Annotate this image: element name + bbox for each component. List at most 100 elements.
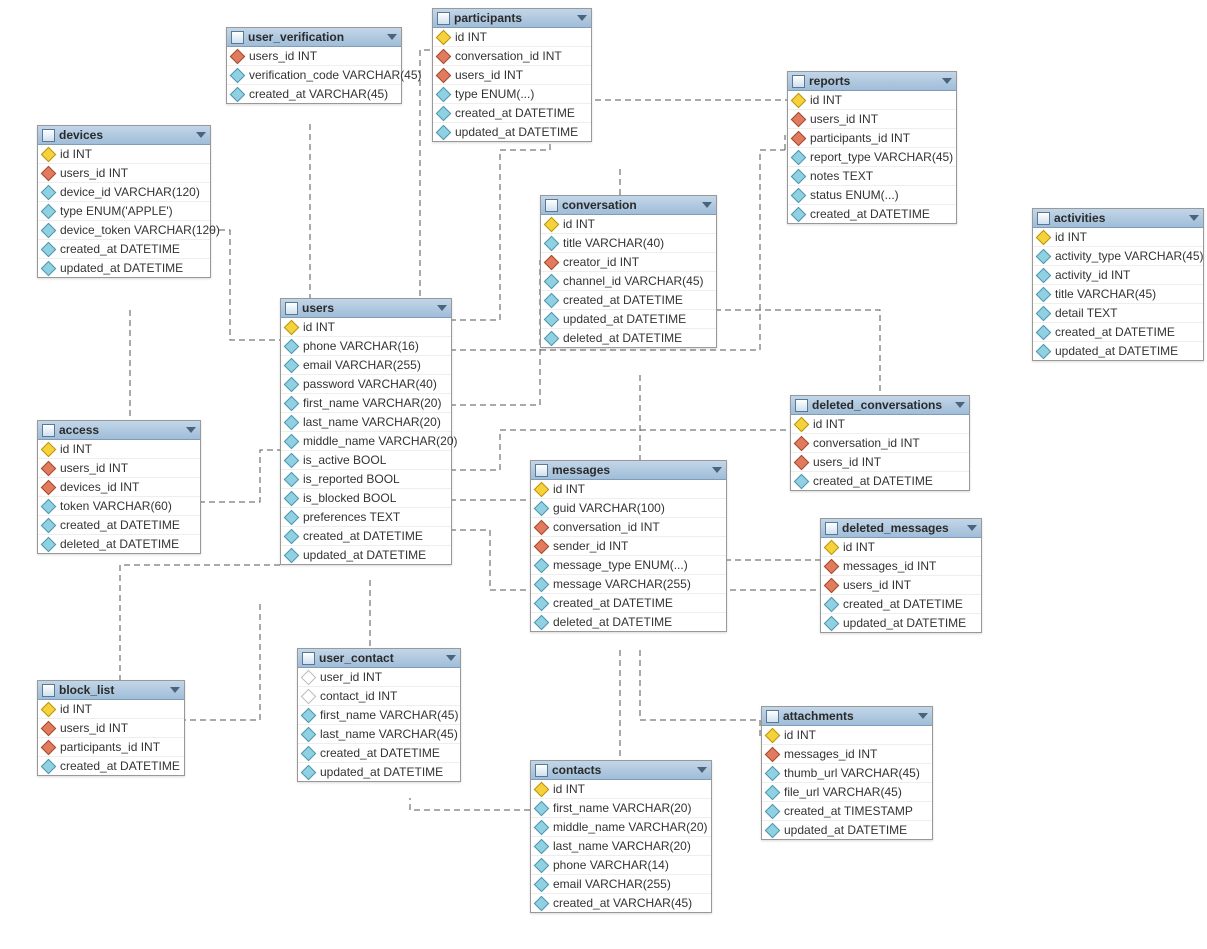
column-row[interactable]: participants_id INT (788, 129, 956, 148)
column-row[interactable]: is_blocked BOOL (281, 489, 451, 508)
entity-user_verification[interactable]: user_verificationusers_id INTverificatio… (226, 27, 402, 104)
chevron-down-icon[interactable] (1189, 215, 1199, 221)
chevron-down-icon[interactable] (967, 525, 977, 531)
column-row[interactable]: id INT (531, 480, 726, 499)
chevron-down-icon[interactable] (712, 467, 722, 473)
column-row[interactable]: first_name VARCHAR(20) (531, 799, 711, 818)
column-row[interactable]: first_name VARCHAR(20) (281, 394, 451, 413)
column-row[interactable]: users_id INT (227, 47, 401, 66)
chevron-down-icon[interactable] (702, 202, 712, 208)
column-row[interactable]: conversation_id INT (531, 518, 726, 537)
column-row[interactable]: users_id INT (821, 576, 981, 595)
column-row[interactable]: activity_id INT (1033, 266, 1203, 285)
column-row[interactable]: password VARCHAR(40) (281, 375, 451, 394)
column-row[interactable]: conversation_id INT (791, 434, 969, 453)
entity-user_contact[interactable]: user_contactuser_id INTcontact_id INTfir… (297, 648, 461, 782)
column-row[interactable]: id INT (791, 415, 969, 434)
column-row[interactable]: phone VARCHAR(14) (531, 856, 711, 875)
column-row[interactable]: activity_type VARCHAR(45) (1033, 247, 1203, 266)
column-row[interactable]: device_id VARCHAR(120) (38, 183, 210, 202)
column-row[interactable]: conversation_id INT (433, 47, 591, 66)
column-row[interactable]: message VARCHAR(255) (531, 575, 726, 594)
entity-header[interactable]: user_contact (298, 649, 460, 668)
column-row[interactable]: id INT (1033, 228, 1203, 247)
chevron-down-icon[interactable] (955, 402, 965, 408)
column-row[interactable]: id INT (433, 28, 591, 47)
column-row[interactable]: users_id INT (38, 459, 200, 478)
column-row[interactable]: user_id INT (298, 668, 460, 687)
column-row[interactable]: token VARCHAR(60) (38, 497, 200, 516)
column-row[interactable]: message_type ENUM(...) (531, 556, 726, 575)
column-row[interactable]: device_token VARCHAR(120) (38, 221, 210, 240)
entity-block_list[interactable]: block_listid INTusers_id INTparticipants… (37, 680, 185, 776)
column-row[interactable]: id INT (281, 318, 451, 337)
column-row[interactable]: users_id INT (38, 719, 184, 738)
chevron-down-icon[interactable] (170, 687, 180, 693)
column-row[interactable]: email VARCHAR(255) (281, 356, 451, 375)
column-row[interactable]: id INT (762, 726, 932, 745)
column-row[interactable]: status ENUM(...) (788, 186, 956, 205)
column-row[interactable]: created_at DATETIME (541, 291, 716, 310)
column-row[interactable]: phone VARCHAR(16) (281, 337, 451, 356)
chevron-down-icon[interactable] (387, 34, 397, 40)
column-row[interactable]: created_at DATETIME (821, 595, 981, 614)
entity-header[interactable]: user_verification (227, 28, 401, 47)
entity-header[interactable]: contacts (531, 761, 711, 780)
column-row[interactable]: messages_id INT (821, 557, 981, 576)
entity-header[interactable]: attachments (762, 707, 932, 726)
entity-participants[interactable]: participantsid INTconversation_id INTuse… (432, 8, 592, 142)
column-row[interactable]: id INT (38, 440, 200, 459)
column-row[interactable]: thumb_url VARCHAR(45) (762, 764, 932, 783)
column-row[interactable]: file_url VARCHAR(45) (762, 783, 932, 802)
column-row[interactable]: type ENUM(...) (433, 85, 591, 104)
entity-header[interactable]: participants (433, 9, 591, 28)
entity-access[interactable]: accessid INTusers_id INTdevices_id INTto… (37, 420, 201, 554)
column-row[interactable]: users_id INT (788, 110, 956, 129)
column-row[interactable]: updated_at DATETIME (1033, 342, 1203, 360)
entity-contacts[interactable]: contactsid INTfirst_name VARCHAR(20)midd… (530, 760, 712, 913)
entity-header[interactable]: deleted_conversations (791, 396, 969, 415)
column-row[interactable]: updated_at DATETIME (541, 310, 716, 329)
entity-attachments[interactable]: attachmentsid INTmessages_id INTthumb_ur… (761, 706, 933, 840)
column-row[interactable]: last_name VARCHAR(45) (298, 725, 460, 744)
column-row[interactable]: contact_id INT (298, 687, 460, 706)
column-row[interactable]: participants_id INT (38, 738, 184, 757)
entity-header[interactable]: activities (1033, 209, 1203, 228)
entity-conversation[interactable]: conversationid INTtitle VARCHAR(40) creat… (540, 195, 717, 348)
column-row[interactable]: is_active BOOL (281, 451, 451, 470)
column-row[interactable]: channel_id VARCHAR(45) (541, 272, 716, 291)
entity-header[interactable]: deleted_messages (821, 519, 981, 538)
column-row[interactable]: detail TEXT (1033, 304, 1203, 323)
chevron-down-icon[interactable] (697, 767, 707, 773)
entity-header[interactable]: messages (531, 461, 726, 480)
column-row[interactable]: email VARCHAR(255) (531, 875, 711, 894)
chevron-down-icon[interactable] (186, 427, 196, 433)
column-row[interactable]: id INT (788, 91, 956, 110)
column-row[interactable]: updated_at DATETIME (298, 763, 460, 781)
column-row[interactable]: created_at TIMESTAMP (762, 802, 932, 821)
column-row[interactable]: is_reported BOOL (281, 470, 451, 489)
column-row[interactable]: updated_at DATETIME (281, 546, 451, 564)
column-row[interactable]: updated_at DATETIME (762, 821, 932, 839)
column-row[interactable]: created_at DATETIME (38, 757, 184, 775)
column-row[interactable]: created_at DATETIME (791, 472, 969, 490)
column-row[interactable]: id INT (821, 538, 981, 557)
chevron-down-icon[interactable] (577, 15, 587, 21)
entity-reports[interactable]: reportsid INTusers_id INTparticipants_id… (787, 71, 957, 224)
column-row[interactable]: last_name VARCHAR(20) (531, 837, 711, 856)
chevron-down-icon[interactable] (446, 655, 456, 661)
entity-header[interactable]: conversation (541, 196, 716, 215)
column-row[interactable]: type ENUM('APPLE') (38, 202, 210, 221)
column-row[interactable]: created_at DATETIME (38, 240, 210, 259)
column-row[interactable]: id INT (531, 780, 711, 799)
column-row[interactable]: deleted_at DATETIME (541, 329, 716, 347)
column-row[interactable]: updated_at DATETIME (38, 259, 210, 277)
column-row[interactable]: created_at DATETIME (531, 594, 726, 613)
column-row[interactable]: title VARCHAR(40) (541, 234, 716, 253)
column-row[interactable]: sender_id INT (531, 537, 726, 556)
column-row[interactable]: id INT (541, 215, 716, 234)
column-row[interactable]: deleted_at DATETIME (531, 613, 726, 631)
entity-header[interactable]: devices (38, 126, 210, 145)
column-row[interactable]: users_id INT (791, 453, 969, 472)
column-row[interactable]: title VARCHAR(45) (1033, 285, 1203, 304)
